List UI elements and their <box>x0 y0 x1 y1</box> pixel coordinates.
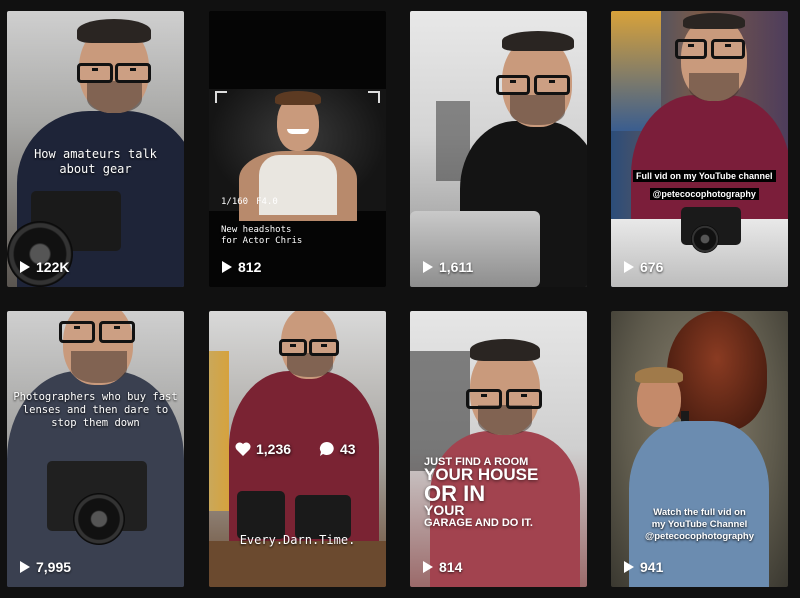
caption: JUST FIND A ROOM YOUR HOUSE OR IN YOUR G… <box>424 456 539 529</box>
lens <box>691 225 719 253</box>
view-count: 7,995 <box>20 559 71 575</box>
play-icon <box>20 261 30 273</box>
person-figure <box>629 361 779 587</box>
caption: How amateurs talk about gear <box>34 147 157 176</box>
play-icon <box>423 261 433 273</box>
reel-tile[interactable]: Photographers who buy fast lenses and th… <box>7 311 184 587</box>
reel-tile[interactable]: 1,611 <box>410 11 587 287</box>
headshot-preview <box>209 89 386 221</box>
caption: New headshots for Actor Chris <box>221 225 303 246</box>
view-count: 122K <box>20 259 69 275</box>
reel-tile[interactable]: JUST FIND A ROOM YOUR HOUSE OR IN YOUR G… <box>410 311 587 587</box>
view-count: 941 <box>624 559 663 575</box>
camera-icon <box>237 491 285 539</box>
view-count: 676 <box>624 259 663 275</box>
likes-count: 1,236 <box>235 441 291 457</box>
caption: Watch the full vid on my YouTube Channel… <box>644 507 755 542</box>
camera-hud: 1/160 F4.0 <box>221 197 278 207</box>
play-icon <box>624 261 634 273</box>
person-figure <box>7 311 184 587</box>
comments-count: 43 <box>319 441 356 457</box>
reel-tile[interactable]: Full vid on my YouTube channel @petecoco… <box>611 11 788 287</box>
lens <box>73 493 125 545</box>
reels-grid: How amateurs talk about gear 122K 1/160 F… <box>0 0 800 598</box>
lens <box>7 221 73 287</box>
caption: Photographers who buy fast lenses and th… <box>13 391 178 429</box>
heart-icon <box>235 442 251 456</box>
play-icon <box>222 261 232 273</box>
caption: Full vid on my YouTube channel @petecoco… <box>633 166 776 202</box>
view-count: 1,611 <box>423 259 473 275</box>
reel-tile[interactable]: Watch the full vid on my YouTube Channel… <box>611 311 788 587</box>
view-count: 812 <box>222 259 261 275</box>
view-count: 814 <box>423 559 462 575</box>
reel-tile[interactable]: How amateurs talk about gear 122K <box>7 11 184 287</box>
person-figure <box>430 311 580 587</box>
reel-tile[interactable]: 1,236 43 Every.Darn.Time. <box>209 311 386 587</box>
caption: Every.Darn.Time. <box>239 533 356 547</box>
comment-icon <box>319 441 334 456</box>
play-icon <box>423 561 433 573</box>
reel-tile[interactable]: 1/160 F4.0 New headshots for Actor Chris … <box>209 11 386 287</box>
play-icon <box>624 561 634 573</box>
play-icon <box>20 561 30 573</box>
